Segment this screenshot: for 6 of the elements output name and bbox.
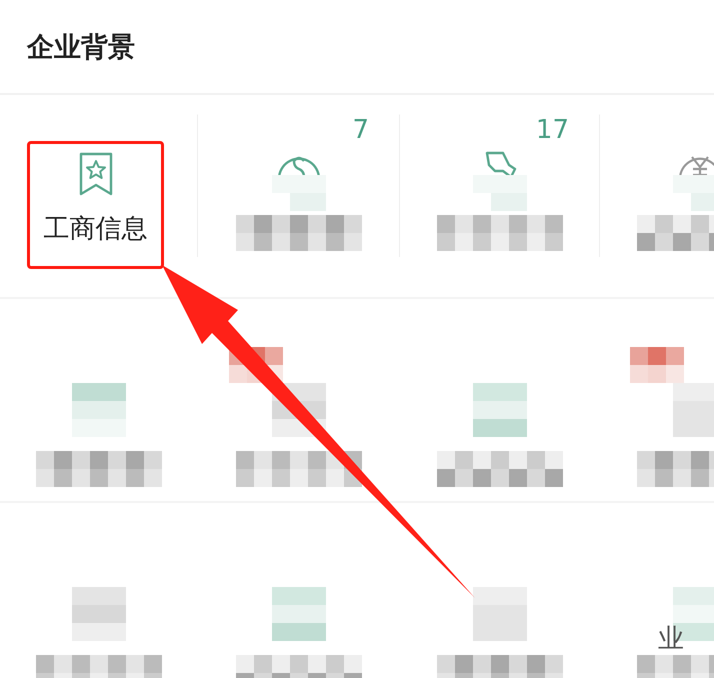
count-label: 17 bbox=[536, 115, 569, 145]
section-title: 企业背景 bbox=[27, 30, 135, 64]
count-label: 7 bbox=[352, 115, 369, 145]
bookmark-star-icon bbox=[78, 151, 114, 197]
business-info-label[interactable]: 工商信息 bbox=[44, 211, 148, 246]
item-label: 业 bbox=[658, 623, 684, 656]
